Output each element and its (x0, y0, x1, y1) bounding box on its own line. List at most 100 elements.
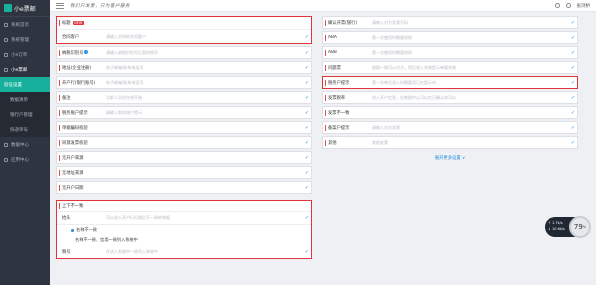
settings-row-filing-tip[interactable]: 备案户提示 请输入对方发票 ✓ (322, 121, 578, 134)
check-icon[interactable]: ✓ (569, 65, 577, 71)
sidebar-subitem-verify[interactable]: 验证设置 (0, 77, 50, 92)
row-hint: 电子邮箱/联系电话号 (106, 64, 144, 70)
settings-row-mismatch-header: 上下不一致 (57, 201, 311, 212)
row-hint: 请输入对方发票 (372, 124, 400, 130)
check-icon[interactable]: ✓ (569, 110, 577, 116)
settings-row-abb[interactable]: ABB 第一次使用时需要授权 ✓ (322, 46, 578, 59)
row-label: 税务户提示 (328, 80, 350, 86)
sidebar-subitem-express[interactable]: 快递单号 (0, 122, 50, 137)
sidebar-item-system[interactable]: 系统管理 (0, 32, 50, 47)
settings-row-tax-account-tip[interactable]: 税务户提示 第一次单位进入时需要用已在提示内 ✓ (322, 76, 578, 89)
usage-percent: 79 (573, 223, 583, 231)
row-label: 上下不一致 (62, 204, 84, 209)
check-icon[interactable]: ✓ (303, 50, 311, 56)
settings-row-no-address[interactable]: 无地址来源 ✓ (56, 166, 312, 179)
check-icon[interactable]: ✓ (569, 80, 577, 86)
sidebar-item-ticket[interactable]: 小e票邮 (0, 62, 50, 77)
check-icon[interactable]: ✓ (303, 249, 311, 255)
row-label: 无开户来源 (62, 155, 84, 161)
check-icon[interactable]: ✓ (569, 140, 577, 146)
settings-row-mismatch-taxid[interactable]: 税号 在进入系统中一致列入系统中 ✓ (57, 245, 311, 258)
slogan: 我们只发票，只为客户服务 (70, 3, 130, 9)
row-label: 问题票 (328, 65, 341, 71)
check-icon[interactable]: ✓ (569, 35, 577, 41)
check-icon[interactable]: ✓ (569, 20, 577, 26)
settings-content: 标题 NEW 合同客户 请输入合同的合同客户 ✓ 纳税识别号 i 请输入纳税识别号后… (50, 12, 596, 285)
settings-row-invoice-rate[interactable]: 发票税率 进入开户信息，在数据中心可以在已确认的可以 ✓ (322, 91, 578, 104)
row-hint: 请输入对方发票号码 (372, 19, 408, 25)
settings-row-problem-invoice[interactable]: 问题票 根据一致可以对方，然后进入系统提示单据系统 ✓ (322, 61, 578, 74)
sidebar-item-home[interactable]: 系统首页 (0, 17, 50, 32)
ticket-icon (4, 67, 8, 72)
row-label: 无地址来源 (62, 170, 84, 176)
sidebar-subitem-bank[interactable]: 银行户管理 (0, 107, 50, 122)
check-icon[interactable]: ✓ (569, 125, 577, 131)
logo-icon (4, 4, 12, 12)
settings-row-address[interactable]: 地址(企业注册) 电子邮箱/联系电话号 ✓ (56, 61, 312, 74)
check-icon[interactable]: ✓ (569, 95, 577, 101)
settings-row-contract[interactable]: 合同客户 请输入合同的合同客户 ✓ (57, 30, 311, 43)
usage-percent-circle[interactable]: 79% (569, 216, 591, 238)
settings-row-no-source[interactable]: 无开户来源 ✓ (56, 151, 312, 164)
radio-dot-icon (71, 228, 74, 232)
check-icon[interactable]: ✓ (303, 215, 311, 221)
new-badge: NEW (72, 20, 84, 25)
settings-group-title: 标题 NEW 合同客户 请输入合同的合同客户 ✓ (56, 16, 312, 44)
radio-option-text: 名称不一致、信用一致列入系统中 (75, 237, 138, 242)
sidebar-item-orders[interactable]: 小e订单 (0, 47, 50, 62)
row-label: 抬头 (62, 216, 71, 221)
row-hint: 第一次使用时需要授权 (372, 49, 412, 55)
menu-toggle-icon[interactable] (56, 2, 64, 9)
username[interactable]: 张浏桥 (577, 3, 591, 9)
row-hint: 可以进入开户行扫描后不一致的单据 (106, 215, 170, 220)
settings-row-code-check[interactable]: 单据编码校验 ✓ (56, 121, 312, 134)
check-icon[interactable]: ✓ (303, 155, 311, 161)
settings-row-other[interactable]: 其他 其他发票 ✓ (322, 136, 578, 149)
top-bar: 我们只发票，只为客户服务 张浏桥 (50, 0, 596, 12)
settings-row-no-date[interactable]: 无开户日期 ✓ (56, 181, 312, 194)
settings-left-column: 标题 NEW 合同客户 请输入合同的合同客户 ✓ 纳税识别号 i 请输入纳税识别号后… (56, 16, 312, 261)
sidebar: 小e票邮 系统首页 系统管理 小e订单 小e票邮 验证设置 数据清单 银行户管理… (0, 0, 50, 285)
check-icon[interactable]: ✓ (303, 110, 311, 116)
settings-row-remark[interactable]: 备注 当前人员在在线开始 ✓ (56, 91, 312, 104)
top-icons: 张浏桥 (549, 3, 591, 9)
check-icon[interactable]: ✓ (303, 140, 311, 146)
row-label: 备注 (62, 95, 71, 101)
percent-sign: % (582, 225, 587, 229)
message-icon[interactable] (565, 3, 571, 8)
settings-row-duplicate-check[interactable]: 同源发票校验 ✓ (56, 136, 312, 149)
row-hint: 请输入税务账户提示 (106, 109, 142, 115)
check-icon[interactable]: ✓ (303, 95, 311, 101)
row-hint: 电子邮箱/联系电话号 (106, 79, 144, 85)
settings-row-mismatch-title[interactable]: 抬头 可以进入开户行扫描后不一致的单据 ✓ (57, 212, 311, 225)
radio-name-mismatch[interactable]: 名称不一致 (57, 225, 311, 235)
check-icon[interactable]: ✓ (303, 185, 311, 191)
row-hint: 请输入纳税识别号后面的税号 (106, 49, 158, 55)
settings-icon (4, 37, 8, 42)
sidebar-item-apps[interactable]: 应用中心 (0, 152, 50, 167)
settings-row-aba[interactable]: ABA 第一次使用时需要授权 ✓ (322, 31, 578, 44)
network-monitor-widget[interactable]: ↑ 1.7k/s ↓ 10.6k/s 79% (545, 216, 595, 238)
settings-row-confirm-invoice[interactable]: 确认开票(银行) 请输入对方发票号码 ✓ (322, 16, 578, 29)
row-label: 单据编码校验 (62, 125, 88, 131)
row-hint: 根据一致可以对方，然后进入系统提示单据系统 (372, 64, 456, 70)
sidebar-subitem-list[interactable]: 数据清单 (0, 92, 50, 107)
check-icon[interactable]: ✓ (303, 125, 311, 131)
settings-row-account-tip[interactable]: 税务账户提示 请输入税务账户提示 ✓ (56, 106, 312, 119)
row-label: 标题 (62, 21, 71, 26)
user-icon[interactable] (554, 3, 560, 8)
settings-row-invoice-mismatch[interactable]: 发票不一致 ✓ (322, 106, 578, 119)
settings-row-title[interactable]: 标题 NEW (57, 17, 311, 30)
app-logo[interactable]: 小e票邮 (0, 0, 50, 17)
info-icon[interactable]: i (84, 50, 89, 54)
expand-more-link[interactable]: 展开更多设置 ∨ (322, 155, 578, 161)
row-hint: 第一次单位进入时需要用已在提示内 (372, 79, 436, 85)
check-icon[interactable]: ✓ (303, 80, 311, 86)
sidebar-item-data[interactable]: 数据中心 (0, 137, 50, 152)
check-icon[interactable]: ✓ (569, 50, 577, 56)
check-icon[interactable]: ✓ (303, 170, 311, 176)
settings-row-bank[interactable]: 开户行(银行账号) 电子邮箱/联系电话号 ✓ (56, 76, 312, 89)
settings-row-tax-id[interactable]: 纳税识别号 i 请输入纳税识别号后面的税号 ✓ (56, 46, 312, 59)
check-icon[interactable]: ✓ (303, 34, 311, 40)
check-icon[interactable]: ✓ (303, 65, 311, 71)
